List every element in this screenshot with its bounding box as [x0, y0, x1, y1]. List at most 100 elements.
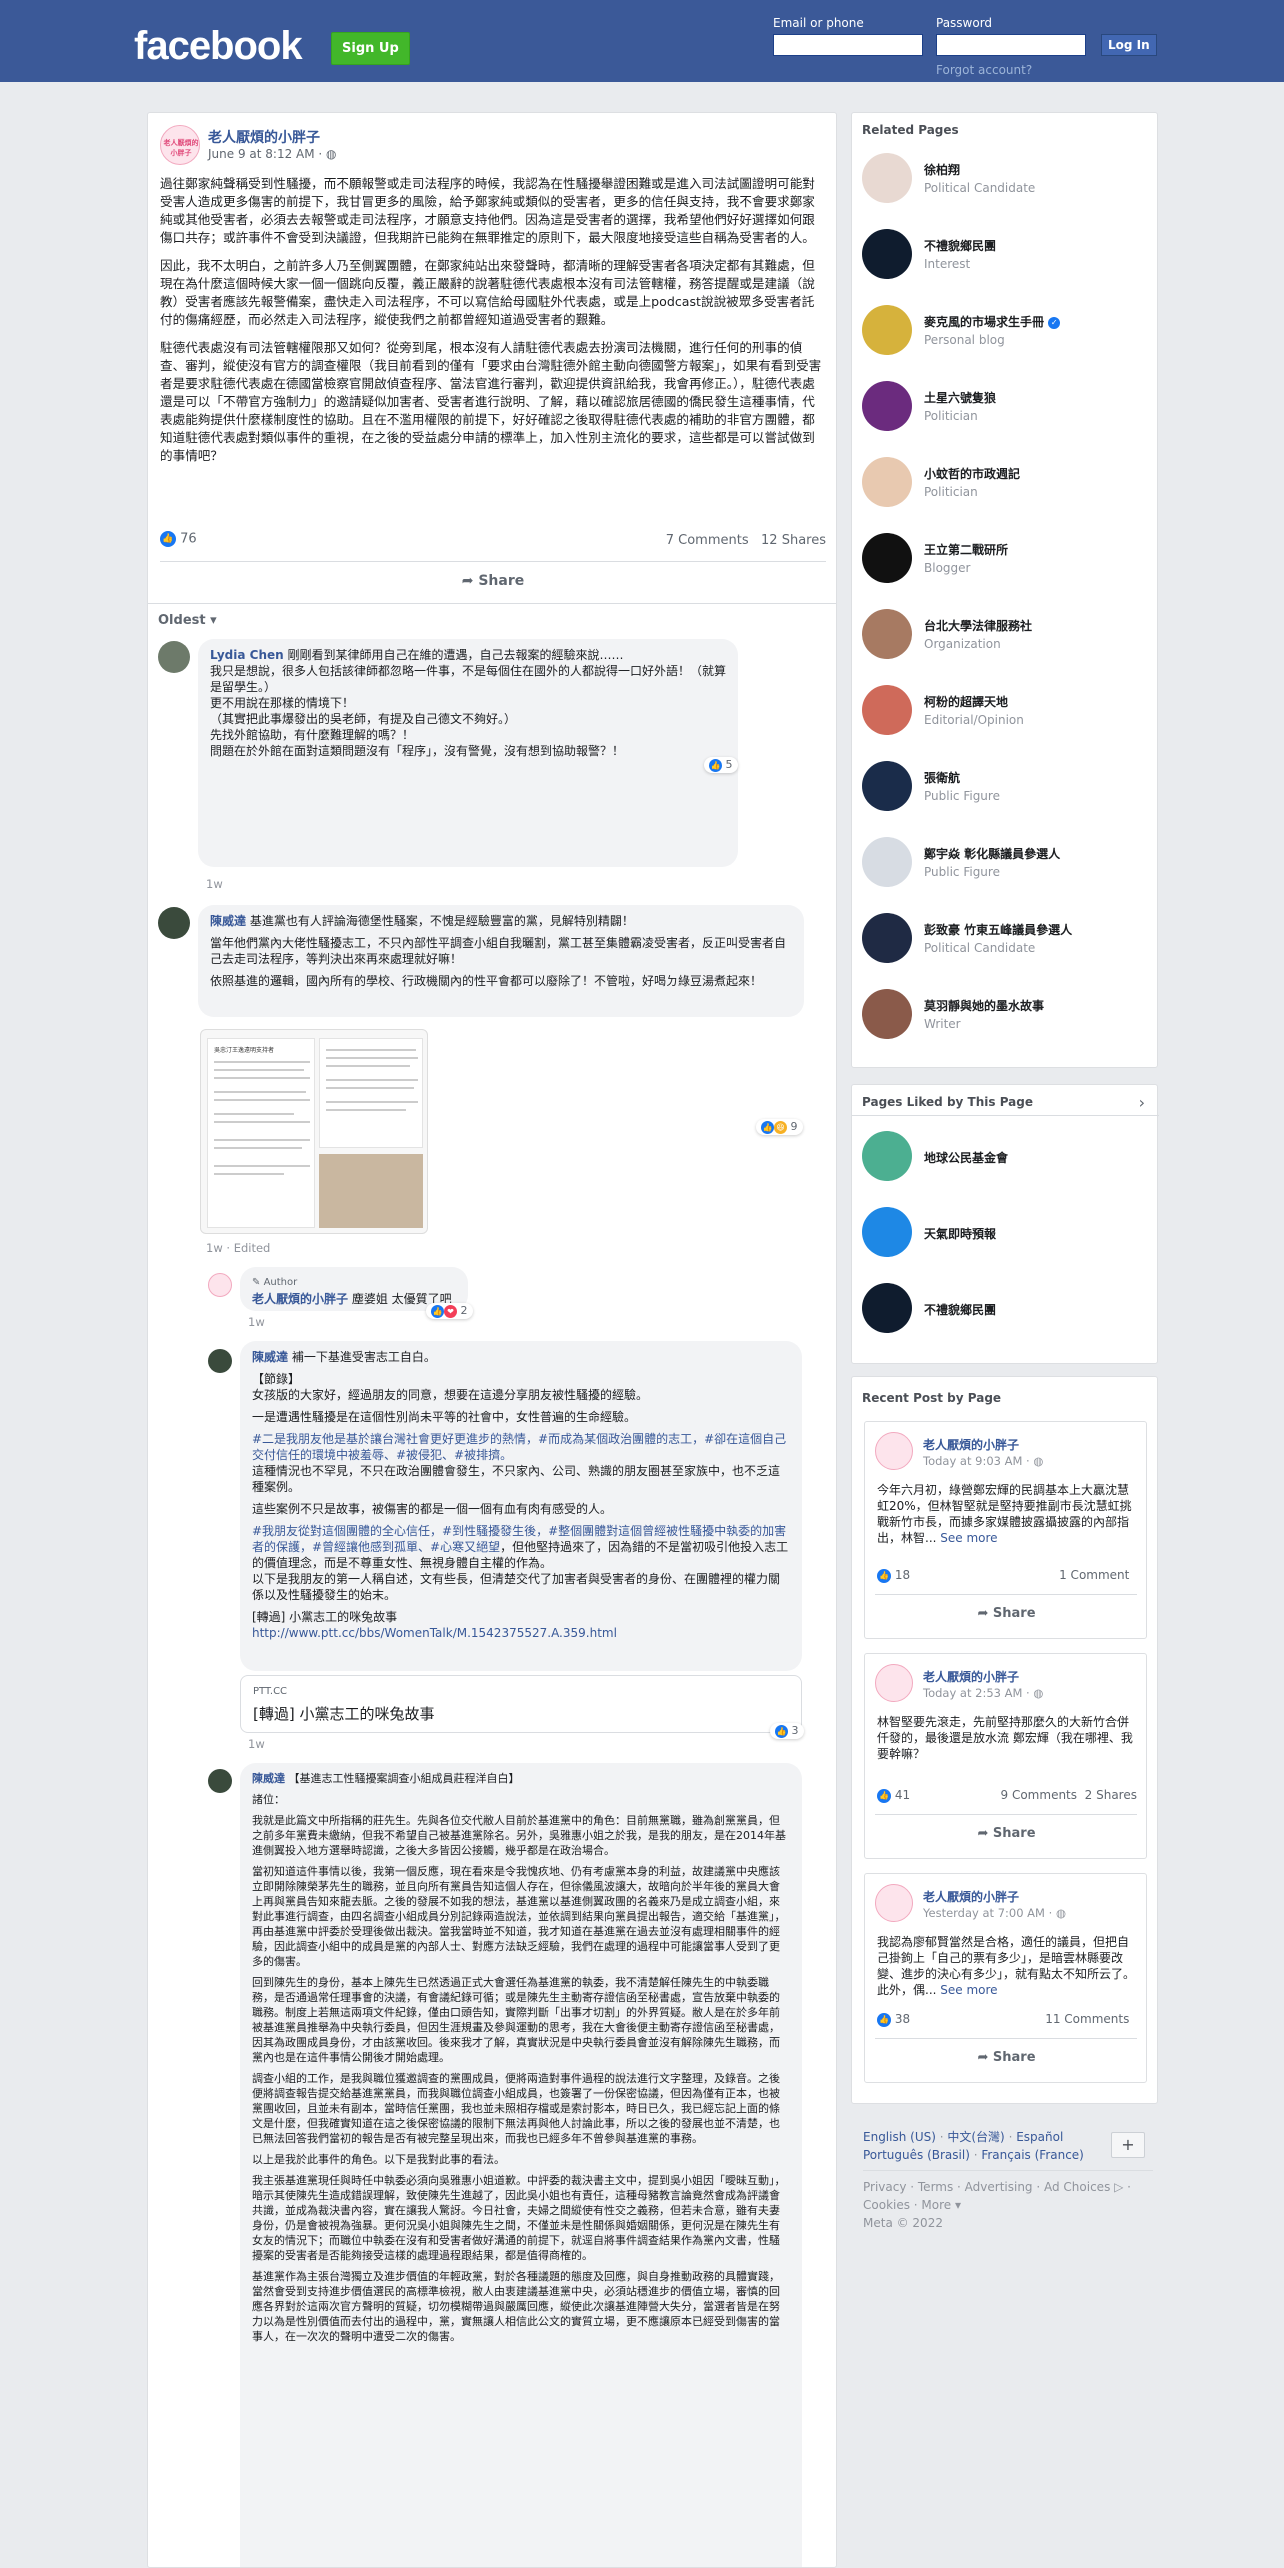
page-avatar[interactable] — [862, 305, 912, 355]
comment-reactions[interactable]: 👍 3 — [770, 1723, 804, 1739]
comment-reactions[interactable]: 👍 ❤ 2 — [426, 1303, 473, 1319]
facebook-logo[interactable]: facebook — [134, 24, 303, 69]
comment-count[interactable]: 9 Comments — [1001, 1788, 1078, 1802]
page-avatar[interactable] — [862, 609, 912, 659]
like-count[interactable]: 76 — [180, 532, 197, 547]
post-author[interactable]: 老人厭煩的小胖子 — [208, 127, 320, 147]
footer-nav[interactable]: Privacy · Terms · Advertising · Ad Choic… — [863, 2178, 1153, 2214]
recent-post-time[interactable]: Today at 9:03 AM · ◍ — [923, 1454, 1043, 1468]
lang-chinese[interactable]: 中文(台灣) — [947, 2130, 1004, 2144]
related-page-name[interactable]: 彭致豪 竹東五峰議員參選人 — [924, 921, 1072, 938]
related-page-name[interactable]: 土星六號隻狼 — [924, 389, 996, 406]
recent-post-author[interactable]: 老人厭煩的小胖子 — [923, 1668, 1019, 1685]
page-avatar[interactable] — [875, 1432, 913, 1470]
link-preview[interactable]: PTT.CC [轉過] 小黨志工的咪兔故事 — [240, 1675, 802, 1733]
commenter-avatar[interactable] — [208, 1349, 232, 1373]
page-avatar[interactable] — [862, 457, 912, 507]
related-page-item[interactable]: 台北大學法律服務社 Organization — [862, 603, 1152, 665]
email-field[interactable] — [773, 34, 923, 56]
page-avatar[interactable] — [862, 837, 912, 887]
liked-page-item[interactable]: 地球公民基金會 — [862, 1125, 1152, 1187]
comment-time[interactable]: 1w — [248, 1315, 265, 1329]
related-page-name[interactable]: 王立第二戰研所 — [924, 541, 1008, 558]
recent-post-time[interactable]: Yesterday at 7:00 AM · ◍ — [923, 1906, 1066, 1920]
log-in-button[interactable]: Log In — [1101, 34, 1157, 56]
page-avatar[interactable] — [862, 381, 912, 431]
comment-time[interactable]: 1w — [248, 1737, 265, 1751]
more-languages-button[interactable]: + — [1111, 2132, 1145, 2158]
commenter-name[interactable]: 老人厭煩的小胖子 — [252, 1292, 348, 1306]
comment-time[interactable]: 1w — [206, 877, 223, 891]
related-page-name[interactable]: 不禮貌鄉民團 — [924, 237, 996, 254]
commenter-name[interactable]: 陳威達 — [210, 914, 246, 928]
see-more-link[interactable]: See more — [940, 1531, 997, 1545]
comment-count[interactable]: 7 Comments — [666, 533, 749, 548]
related-page-name[interactable]: 鄭宇焱 彰化縣議員參選人 — [924, 845, 1060, 862]
comment-reactions[interactable]: 👍 😆 9 — [756, 1119, 803, 1135]
share-button[interactable]: ➦ Share — [148, 573, 836, 589]
comment-count[interactable]: 1 Comment — [1059, 1568, 1129, 1582]
page-avatar[interactable] — [862, 989, 912, 1039]
related-page-name[interactable]: 麥克風的市場求生手冊 ✓ — [924, 313, 1061, 330]
hashtag-line[interactable]: #二是我朋友他是基於讓台灣社會更好更進步的熱情，#而成為某個政治團體的志工，#卻… — [252, 1431, 790, 1463]
commenter-name[interactable]: Lydia Chen — [210, 648, 284, 662]
comment-reactions[interactable]: 👍 5 — [704, 757, 738, 773]
page-avatar[interactable] — [862, 1283, 912, 1333]
liked-page-name[interactable]: 天氣即時預報 — [924, 1225, 996, 1242]
page-avatar[interactable] — [862, 913, 912, 963]
related-page-item[interactable]: 徐柏翔 Political Candidate — [862, 147, 1152, 209]
share-button[interactable]: ➦ Share — [865, 1606, 1148, 1621]
page-avatar[interactable] — [862, 1131, 912, 1181]
comment-image[interactable]: 吳忠汀王逸遠明支持者 — [200, 1029, 428, 1234]
sign-up-button[interactable]: Sign Up — [331, 32, 410, 65]
related-page-item[interactable]: 張衛航 Public Figure — [862, 755, 1152, 817]
related-page-item[interactable]: 鄭宇焱 彰化縣議員參選人 Public Figure — [862, 831, 1152, 893]
related-page-item[interactable]: 彭致豪 竹東五峰議員參選人 Political Candidate — [862, 907, 1152, 969]
reaction-count[interactable]: 38 — [895, 2012, 910, 2026]
chevron-right-icon[interactable]: › — [1139, 1093, 1145, 1112]
related-page-item[interactable]: 王立第二戰研所 Blogger — [862, 527, 1152, 589]
liked-page-name[interactable]: 地球公民基金會 — [924, 1149, 1008, 1166]
related-page-item[interactable]: 小蚊哲的市政週記 Politician — [862, 451, 1152, 513]
share-button[interactable]: ➦ Share — [865, 1826, 1148, 1841]
recent-post-author[interactable]: 老人厭煩的小胖子 — [923, 1436, 1019, 1453]
share-count[interactable]: 12 Shares — [761, 533, 826, 548]
page-avatar[interactable] — [862, 761, 912, 811]
author-avatar[interactable] — [208, 1273, 232, 1297]
lang-french[interactable]: Français (France) — [981, 2148, 1084, 2162]
related-page-item[interactable]: 柯粉的超譯天地 Editorial/Opinion — [862, 679, 1152, 741]
commenter-name[interactable]: 陳威達 — [252, 1350, 288, 1364]
related-page-item[interactable]: 麥克風的市場求生手冊 ✓ Personal blog — [862, 299, 1152, 361]
page-avatar[interactable] — [862, 153, 912, 203]
related-page-name[interactable]: 柯粉的超譯天地 — [924, 693, 1008, 710]
recent-post-time[interactable]: Today at 2:53 AM · ◍ — [923, 1686, 1043, 1700]
related-page-item[interactable]: 不禮貌鄉民團 Interest — [862, 223, 1152, 285]
commenter-name[interactable]: 陳威達 — [252, 1772, 285, 1785]
liked-page-item[interactable]: 天氣即時預報 — [862, 1201, 1152, 1263]
reaction-count[interactable]: 18 — [895, 1568, 910, 1582]
reaction-count[interactable]: 41 — [895, 1788, 910, 1802]
forgot-account-link[interactable]: Forgot account? — [936, 63, 1032, 77]
ptt-link[interactable]: http://www.ptt.cc/bbs/WomenTalk/M.154237… — [252, 1625, 790, 1641]
page-avatar[interactable] — [862, 533, 912, 583]
share-button[interactable]: ➦ Share — [865, 2050, 1148, 2065]
page-avatar[interactable] — [875, 1664, 913, 1702]
recent-post-author[interactable]: 老人厭煩的小胖子 — [923, 1888, 1019, 1905]
related-page-name[interactable]: 小蚊哲的市政週記 — [924, 465, 1020, 482]
commenter-avatar[interactable] — [158, 641, 190, 673]
lang-spanish[interactable]: Español — [1016, 2130, 1063, 2144]
page-avatar[interactable] — [862, 1207, 912, 1257]
page-avatar[interactable] — [862, 229, 912, 279]
see-more-link[interactable]: See more — [940, 1983, 997, 1997]
share-count[interactable]: 2 Shares — [1085, 1788, 1137, 1802]
related-page-name[interactable]: 台北大學法律服務社 — [924, 617, 1032, 634]
related-page-name[interactable]: 張衛航 — [924, 769, 960, 786]
page-avatar[interactable]: 老人厭煩的小胖子 — [160, 125, 200, 165]
lang-english[interactable]: English (US) — [863, 2130, 936, 2144]
liked-page-name[interactable]: 不禮貌鄉民團 — [924, 1301, 996, 1318]
related-page-name[interactable]: 徐柏翔 — [924, 161, 960, 178]
related-page-item[interactable]: 莫羽靜與她的墨水故事 Writer — [862, 983, 1152, 1045]
page-avatar[interactable] — [875, 1884, 913, 1922]
commenter-avatar[interactable] — [158, 907, 190, 939]
commenter-avatar[interactable] — [208, 1769, 232, 1793]
